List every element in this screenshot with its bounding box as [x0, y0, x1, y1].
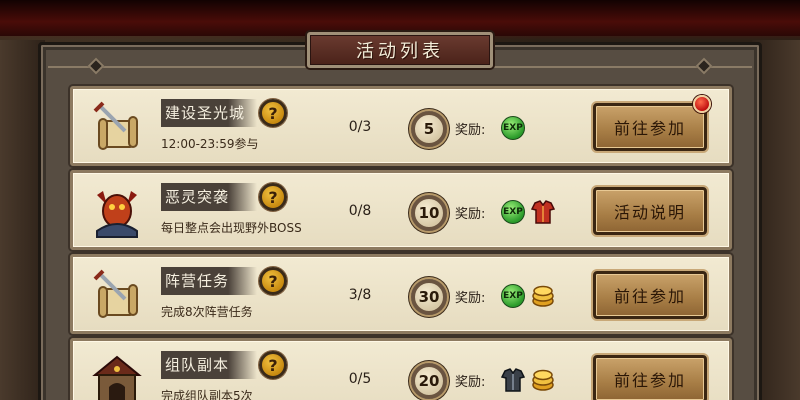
- reward-label: 奖励:: [455, 375, 486, 390]
- activity-description: 完成8次阵营任务: [161, 305, 253, 319]
- activity-progress: 0/3: [348, 119, 372, 135]
- panel-title-plate: 活动列表: [307, 32, 493, 68]
- join-button[interactable]: 前往参加: [593, 103, 707, 151]
- exp-label: EXP: [503, 207, 523, 217]
- demon-boss-icon: [87, 181, 147, 241]
- panel-title: 活动列表: [356, 41, 444, 62]
- help-question-icon[interactable]: ?: [259, 99, 287, 127]
- activity-points-badge: 30: [411, 279, 447, 315]
- activity-description: 每日整点会出现野外BOSS: [161, 221, 302, 235]
- reward-label: 奖励:: [455, 291, 486, 306]
- exp-reward-icon: EXP: [501, 200, 525, 224]
- activity-name: 组队副本: [161, 351, 257, 379]
- points-value: 30: [418, 288, 440, 306]
- background-top-banner: [0, 0, 800, 36]
- gold-coins-icon: [529, 282, 557, 310]
- exp-reward-icon: EXP: [501, 116, 525, 140]
- activity-name: 建设圣光城: [161, 99, 257, 127]
- dungeon-gate-icon: [87, 349, 147, 400]
- armor-reward-icon: [529, 198, 557, 226]
- notification-dot: [693, 95, 711, 113]
- activity-points-badge: 20: [411, 363, 447, 399]
- dark-armor-reward-icon: [499, 366, 527, 394]
- points-value: 20: [418, 372, 440, 390]
- exp-label: EXP: [503, 123, 523, 133]
- activity-progress: 3/8: [348, 287, 372, 303]
- exp-label: EXP: [503, 291, 523, 301]
- activity-name: 恶灵突袭: [161, 183, 257, 211]
- activity-row: 建设圣光城 ? 12:00-23:59参与 0/3 5 奖励: EXP 前往参加: [70, 86, 732, 166]
- gold-coins-icon: [529, 366, 557, 394]
- help-question-icon[interactable]: ?: [259, 183, 287, 211]
- activity-row: 阵营任务 ? 完成8次阵营任务 3/8 30 奖励: EXP 前往参加: [70, 254, 732, 334]
- help-question-icon[interactable]: ?: [259, 267, 287, 295]
- reward-label: 奖励:: [455, 123, 486, 138]
- activity-points-badge: 10: [411, 195, 447, 231]
- scroll-sword-icon: [87, 97, 147, 157]
- activity-row: 组队副本 ? 完成组队副本5次 0/5 20 奖励: 前往参加: [70, 338, 732, 400]
- activity-description: 12:00-23:59参与: [161, 137, 259, 151]
- activity-name: 阵营任务: [161, 267, 257, 295]
- help-question-icon[interactable]: ?: [259, 351, 287, 379]
- info-button[interactable]: 活动说明: [593, 187, 707, 235]
- activity-progress: 0/5: [348, 371, 372, 387]
- points-value: 10: [418, 204, 440, 222]
- scroll-sword-icon: [87, 265, 147, 325]
- join-button[interactable]: 前往参加: [593, 355, 707, 400]
- activity-points-badge: 5: [411, 111, 447, 147]
- exp-reward-icon: EXP: [501, 284, 525, 308]
- join-button[interactable]: 前往参加: [593, 271, 707, 319]
- activity-progress: 0/8: [348, 203, 372, 219]
- panel-rail-right: [492, 66, 752, 68]
- activity-row: 恶灵突袭 ? 每日整点会出现野外BOSS 0/8 10 奖励: EXP 活动说明: [70, 170, 732, 250]
- reward-label: 奖励:: [455, 207, 486, 222]
- points-value: 5: [423, 120, 435, 138]
- activity-description: 完成组队副本5次: [161, 389, 253, 400]
